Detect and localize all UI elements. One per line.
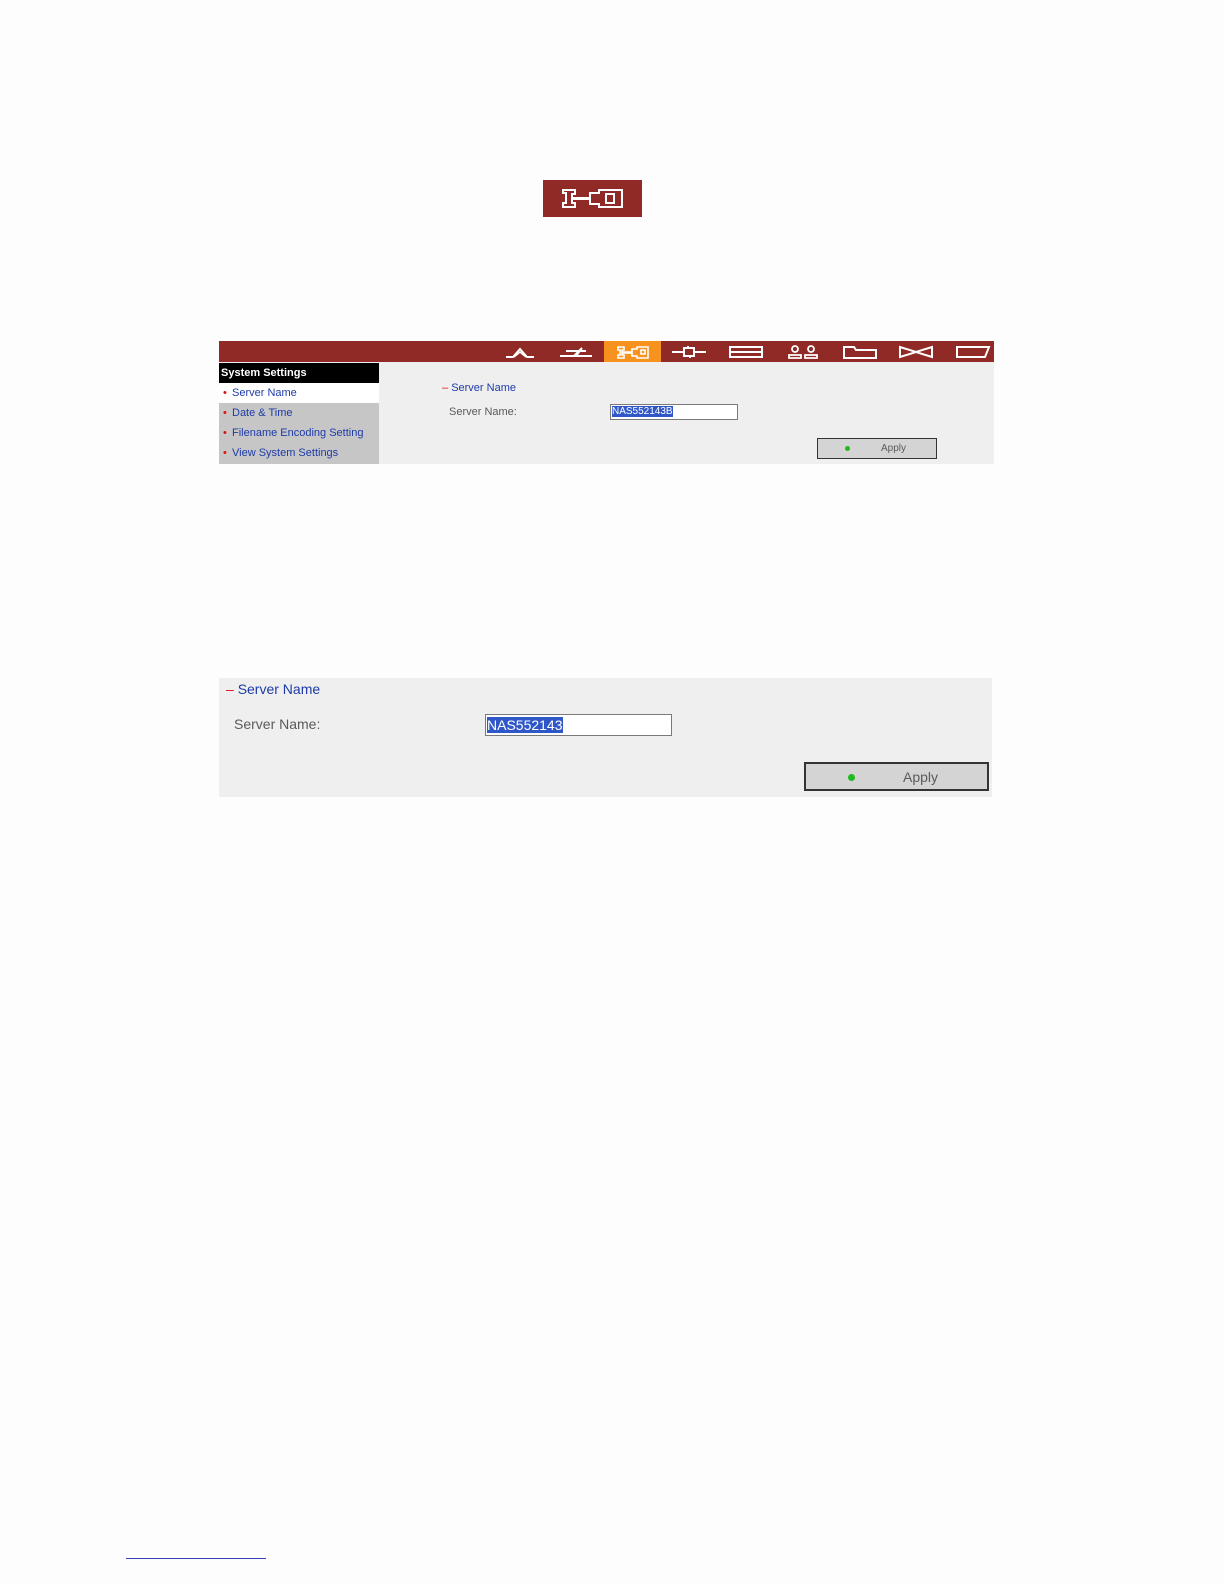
- server-name-label: Server Name:: [449, 406, 517, 418]
- quick-config-icon[interactable]: [547, 341, 604, 362]
- bullet-icon: •: [223, 427, 227, 439]
- tools-icon[interactable]: [887, 341, 944, 362]
- apply-button[interactable]: Apply: [804, 762, 989, 791]
- network-icon[interactable]: [660, 341, 717, 362]
- sidebar-item-date-time[interactable]: • Date & Time: [219, 403, 379, 423]
- home-icon[interactable]: [491, 341, 548, 362]
- sidebar-item-filename-encoding[interactable]: • Filename Encoding Setting: [219, 423, 379, 443]
- bullet-icon: •: [223, 407, 227, 419]
- sidebar-item-server-name[interactable]: • Server Name: [219, 383, 379, 403]
- footnote-separator: [126, 1558, 266, 1559]
- section-title: Server Name: [451, 382, 516, 394]
- apply-label: Apply: [881, 443, 907, 454]
- users-icon[interactable]: [774, 341, 831, 362]
- status-icon[interactable]: [944, 341, 1001, 362]
- server-name-value: NAS552143B: [612, 406, 673, 417]
- device-icon[interactable]: [717, 341, 774, 362]
- server-name-value: NAS552143: [487, 717, 563, 733]
- server-name-label: Server Name:: [234, 716, 321, 732]
- apply-label: Apply: [903, 769, 939, 785]
- system-settings-nav-icon[interactable]: [604, 341, 661, 362]
- section-header: – Server Name: [226, 681, 320, 697]
- sidebar-item-label: Filename Encoding Setting: [232, 427, 364, 439]
- sidebar: System Settings • Server Name • Date & T…: [219, 363, 379, 464]
- top-nav-bar: [219, 341, 994, 362]
- apply-button[interactable]: Apply: [817, 438, 937, 459]
- bullet-icon: •: [223, 387, 227, 399]
- section-title: Server Name: [237, 681, 321, 697]
- bullet-icon: •: [223, 447, 227, 459]
- collapse-dash[interactable]: –: [442, 382, 448, 394]
- admin-screenshot: System Settings • Server Name • Date & T…: [219, 341, 994, 464]
- collapse-dash[interactable]: –: [226, 681, 234, 697]
- status-dot-icon: [848, 774, 855, 781]
- sidebar-item-label: View System Settings: [232, 447, 339, 459]
- system-settings-icon: [543, 180, 642, 217]
- status-dot-icon: [845, 446, 850, 451]
- sidebar-item-label: Date & Time: [232, 407, 293, 419]
- server-name-panel-zoom: – Server Name Server Name: NAS552143 App…: [219, 678, 992, 797]
- folder-icon[interactable]: [831, 341, 888, 362]
- main-panel: – Server Name Server Name: NAS552143B Ap…: [379, 363, 994, 464]
- section-header: – Server Name: [442, 382, 516, 394]
- sidebar-item-label: Server Name: [232, 387, 297, 399]
- sidebar-item-view-system-settings[interactable]: • View System Settings: [219, 443, 379, 463]
- sidebar-title: System Settings: [219, 363, 379, 383]
- server-name-input[interactable]: NAS552143: [485, 714, 672, 736]
- server-name-input[interactable]: NAS552143B: [610, 404, 738, 420]
